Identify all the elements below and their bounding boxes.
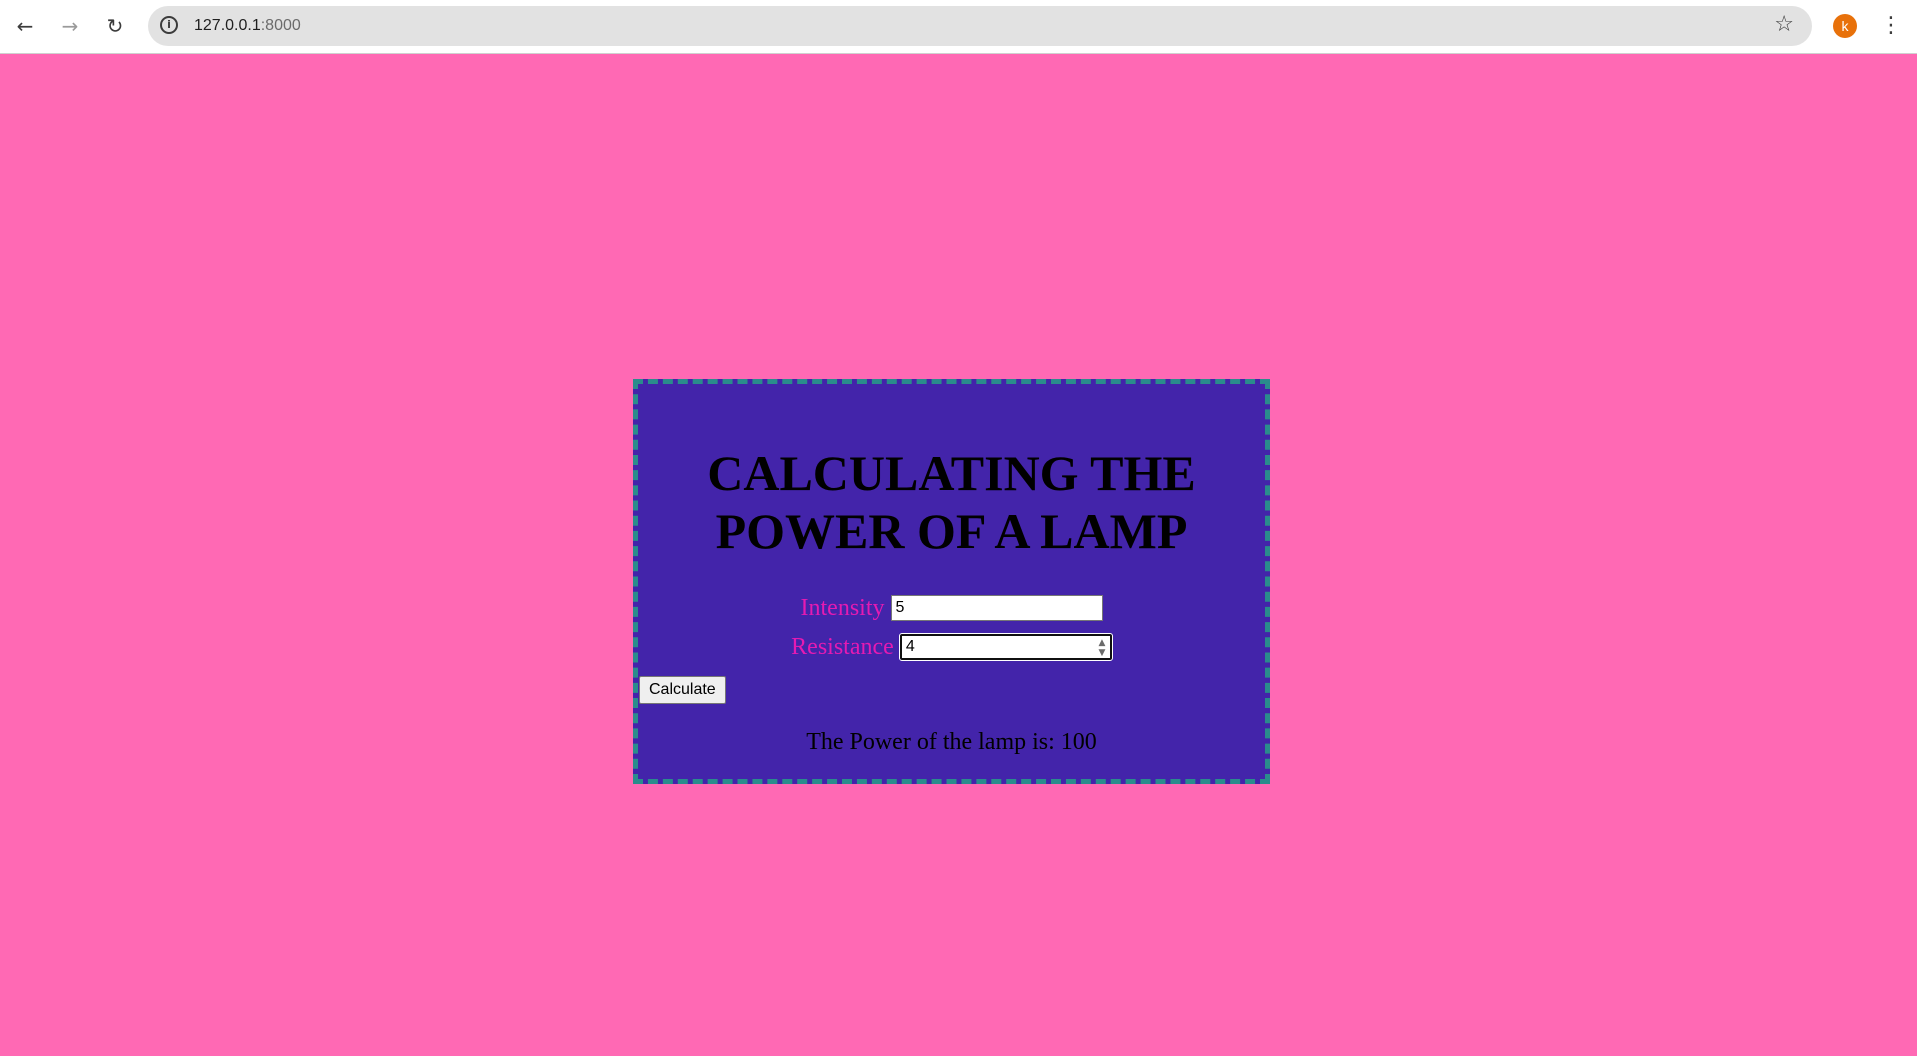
reload-icon[interactable]: ↻ [99,10,131,42]
intensity-label: Intensity [800,594,885,621]
address-bar[interactable]: i 127.0.0.1:8000 ☆ [148,6,1812,46]
star-icon[interactable]: ☆ [1774,12,1794,37]
number-spinner-icon[interactable]: ▲ ▼ [1096,638,1108,660]
calculator-card: CALCULATING THE POWER OF A LAMP Intensit… [633,379,1270,784]
resistance-label: Resistance [791,633,894,660]
menu-icon[interactable]: ⋮ [1880,12,1902,40]
intensity-input[interactable] [890,595,1103,622]
resistance-input[interactable] [898,633,1113,662]
info-icon[interactable]: i [160,16,178,34]
page-title: CALCULATING THE POWER OF A LAMP [707,445,1196,559]
result-text: The Power of the lamp is: 100 [806,729,1097,755]
forward-arrow-icon[interactable]: → [54,10,86,42]
intensity-row: Intensity [638,594,1265,622]
avatar[interactable]: k [1833,14,1857,38]
browser-toolbar: ← → ↻ i 127.0.0.1:8000 ☆ k ⋮ [0,0,1917,54]
url-host: 127.0.0.1 [194,17,261,34]
url-text[interactable]: 127.0.0.1:8000 [194,6,301,46]
back-arrow-icon[interactable]: ← [9,10,41,42]
url-port: :8000 [260,17,301,34]
resistance-row: Resistance [638,633,1265,662]
calculate-button[interactable]: Calculate [639,676,726,704]
